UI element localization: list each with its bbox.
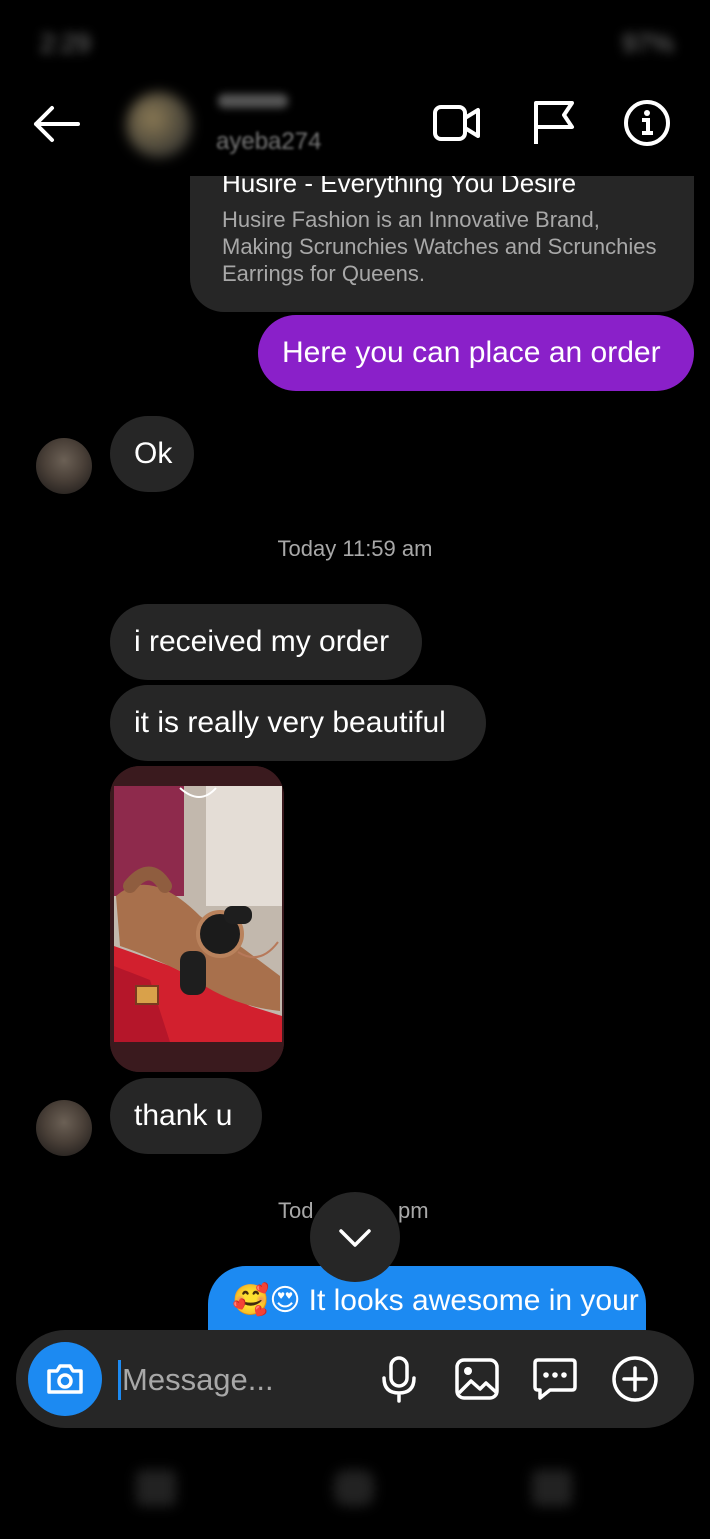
link-preview-description: Husire Fashion is an Innovative Brand, M… — [222, 207, 657, 286]
sender-avatar[interactable] — [36, 1100, 92, 1156]
timestamp: Today 11:59 am — [277, 536, 433, 561]
sender-avatar[interactable] — [36, 438, 92, 494]
status-bar: 2:29 97% — [0, 0, 710, 84]
message-text: It looks awesome in your — [308, 1284, 639, 1317]
message-composer — [16, 1330, 694, 1428]
chat-header: ayeba274 — [0, 84, 710, 176]
photo-message[interactable] — [110, 766, 284, 1072]
timestamp-left: Tod — [278, 1198, 314, 1223]
message-emoji: 🥰😍 — [232, 1284, 301, 1317]
microphone-icon[interactable] — [372, 1352, 426, 1406]
flag-icon[interactable] — [530, 98, 580, 148]
info-icon[interactable] — [622, 98, 672, 148]
scroll-down-button[interactable] — [310, 1192, 400, 1282]
chevron-down-icon — [339, 1229, 371, 1247]
camera-icon — [47, 1364, 83, 1394]
message-input[interactable] — [120, 1352, 374, 1408]
back-nav-icon[interactable] — [532, 1470, 572, 1506]
video-call-icon[interactable] — [432, 98, 482, 148]
contact-username[interactable]: ayeba274 — [216, 128, 321, 156]
system-nav-bar — [0, 1430, 710, 1539]
outgoing-message[interactable]: Here you can place an order — [258, 315, 694, 391]
recent-apps-icon[interactable] — [136, 1470, 176, 1506]
contact-name-blurred — [218, 94, 308, 116]
gallery-icon[interactable] — [450, 1352, 504, 1406]
camera-button[interactable] — [28, 1342, 102, 1416]
incoming-message[interactable]: i received my order — [110, 604, 422, 680]
plus-icon[interactable] — [608, 1352, 662, 1406]
home-icon[interactable] — [334, 1470, 374, 1506]
sticker-chat-icon[interactable] — [528, 1352, 582, 1406]
contact-avatar[interactable] — [126, 92, 192, 158]
status-time: 2:29 — [40, 28, 91, 58]
incoming-message[interactable]: thank u — [110, 1078, 262, 1154]
timestamp-right: pm — [398, 1198, 429, 1223]
incoming-message[interactable]: Ok — [110, 416, 194, 492]
incoming-message[interactable]: it is really very beautiful — [110, 685, 486, 761]
status-battery: 97% — [621, 28, 674, 58]
back-arrow-icon[interactable] — [30, 104, 82, 144]
